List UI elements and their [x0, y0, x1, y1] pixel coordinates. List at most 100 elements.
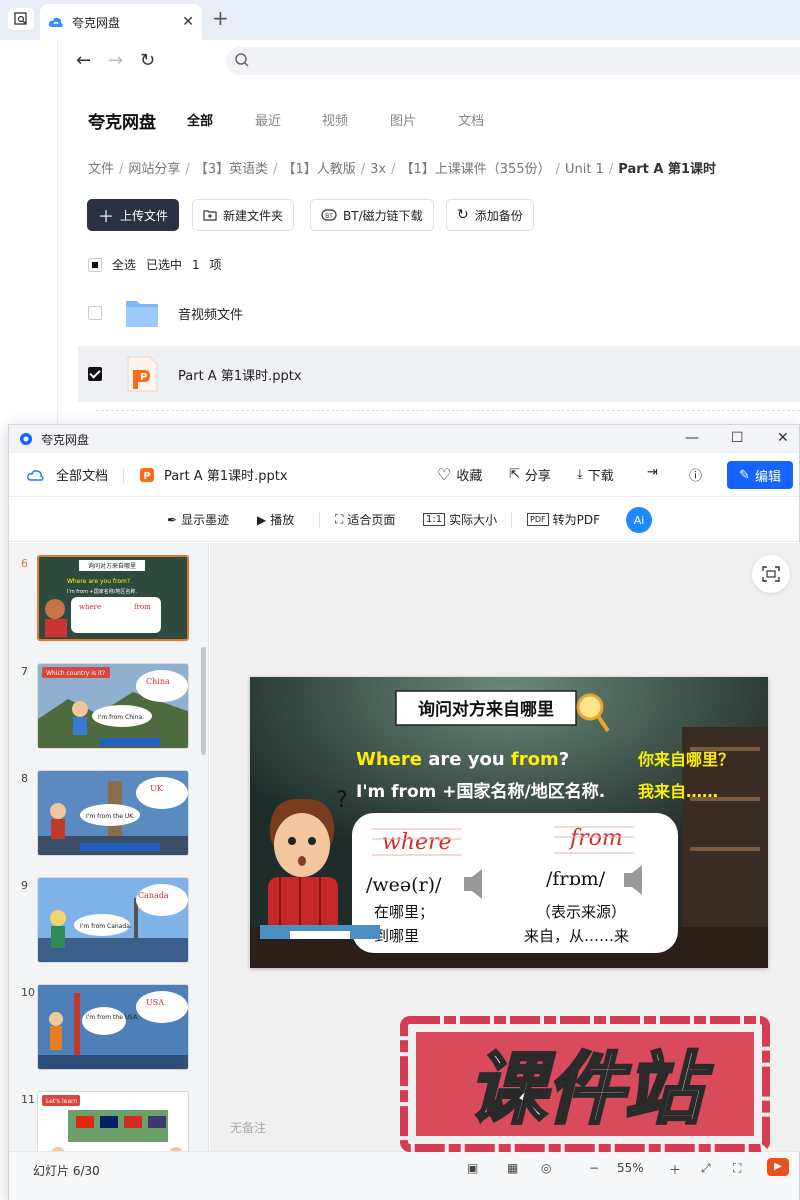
zoom-out-icon[interactable]: −: [589, 1161, 599, 1175]
file-title: P Part A 第1课时.pptx: [139, 465, 288, 484]
tab-search-icon[interactable]: [8, 8, 34, 30]
svg-text:I'm from the USA.: I'm from the USA.: [86, 1014, 139, 1021]
pencil-icon: ✎: [739, 467, 750, 483]
toolbar-divider: [123, 469, 124, 483]
fit-window-icon[interactable]: ⤢: [701, 1161, 711, 1176]
thumb-number: 10: [21, 986, 35, 999]
svg-text:在哪里；: 在哪里；: [374, 903, 434, 921]
slide-thumbnail[interactable]: 询问对方来自哪里 Where are you from? I'm from +国…: [37, 555, 189, 641]
browser-nav-bar: ← → ↻: [58, 40, 800, 84]
upload-button[interactable]: ＋ 上传文件: [87, 199, 180, 231]
play-button[interactable]: ▶ 播放: [257, 511, 294, 528]
close-icon[interactable]: ✕: [777, 430, 789, 446]
select-row: 全选 已选中 1 项: [88, 256, 222, 273]
slideshow-play-icon[interactable]: ▶: [767, 1158, 789, 1176]
crumb-files[interactable]: 文件: [88, 162, 114, 177]
svg-text:UK: UK: [150, 784, 164, 793]
zoom-in-icon[interactable]: ＋: [669, 1161, 681, 1178]
pdf-icon: PDF: [527, 513, 549, 526]
add-backup-button[interactable]: ↻ 添加备份: [446, 199, 534, 231]
tab-video[interactable]: 视频: [322, 110, 348, 129]
file-checkbox[interactable]: [88, 306, 102, 320]
svg-text:I'm from the UK.: I'm from the UK.: [86, 813, 135, 820]
share-button[interactable]: ⇱ 分享: [509, 465, 551, 484]
crumb-english[interactable]: 【3】英语类: [195, 162, 268, 177]
zoom-level[interactable]: 55%: [617, 1161, 644, 1175]
crumb-unit1[interactable]: Unit 1: [565, 162, 604, 177]
download-button[interactable]: ⤓ 下载: [577, 465, 614, 484]
favorite-button[interactable]: ♡ 收藏: [437, 465, 482, 484]
pptx-file-icon: P: [127, 356, 158, 392]
minimize-icon[interactable]: —: [685, 430, 699, 446]
svg-text:I'm from +国家名称/地区名称.: I'm from +国家名称/地区名称.: [356, 781, 605, 802]
browser-tab[interactable]: 夸克网盘 ✕: [40, 4, 202, 40]
select-all-label[interactable]: 全选: [112, 256, 136, 273]
back-arrow-icon[interactable]: ←: [76, 50, 91, 71]
slide-thumbnail[interactable]: Canada I'm from Canada.: [37, 877, 189, 963]
show-ink-button[interactable]: ✒ 显示墨迹: [167, 511, 229, 528]
slide-counter: 幻灯片 6/30: [33, 1164, 100, 1178]
slide-notes[interactable]: 无备注: [230, 1119, 266, 1136]
file-row[interactable]: P Part A 第1课时.pptx: [78, 346, 800, 402]
crumb-current: Part A 第1课时: [618, 162, 717, 177]
download-icon: ⤓: [577, 467, 583, 482]
tab-all[interactable]: 全部: [187, 110, 213, 129]
slide-thumbnail[interactable]: USA I'm from the USA.: [37, 984, 189, 1070]
file-name[interactable]: Part A 第1课时.pptx: [178, 365, 302, 384]
svg-text:课件站: 课件站: [468, 1045, 713, 1135]
crumb-pep[interactable]: 【1】人教版: [282, 162, 355, 177]
watermark-stamp: 课件站: [400, 1014, 770, 1154]
svg-text:I'm from +国家名称/地区名称.: I'm from +国家名称/地区名称.: [67, 588, 137, 595]
thumb-banner: 询问对方来自哪里: [88, 562, 136, 570]
browser-tab-bar: 夸克网盘 ✕ +: [0, 0, 800, 40]
slide-thumbnail[interactable]: Which country is it? China I'm from Chin…: [37, 663, 189, 749]
toolbar-divider: [511, 512, 512, 528]
crumb-courseware[interactable]: 【1】上课课件（355份）: [401, 162, 551, 177]
open-external-icon: ⇥: [647, 465, 658, 480]
tab-close-icon[interactable]: ✕: [182, 14, 194, 30]
crumb-site-share[interactable]: 网站分享: [128, 162, 180, 177]
to-pdf-button[interactable]: PDF 转为PDF: [527, 511, 600, 528]
svg-text:I'm from Canada.: I'm from Canada.: [80, 923, 132, 930]
new-tab-button[interactable]: +: [212, 6, 229, 30]
actual-size-button[interactable]: 1:1 实际大小: [423, 511, 497, 528]
edit-button[interactable]: ✎ 编辑: [727, 461, 793, 489]
svg-text:USA: USA: [146, 998, 164, 1007]
svg-text:我来自……: 我来自……: [638, 782, 718, 801]
ink-pen-icon: ✒: [167, 512, 178, 527]
slide-thumbnail[interactable]: Let's learn: [37, 1091, 189, 1151]
thumbnail-scrollbar[interactable]: [201, 647, 206, 755]
fullscreen-icon[interactable]: ⛶: [733, 1161, 741, 1176]
grid-view-icon[interactable]: ▦: [507, 1161, 518, 1175]
reading-view-icon[interactable]: ◎: [541, 1161, 551, 1175]
screenshot-icon[interactable]: [752, 555, 790, 593]
thumb-number: 8: [21, 772, 28, 785]
file-row[interactable]: 音视频文件: [78, 285, 800, 341]
all-docs-button[interactable]: 全部文档: [27, 465, 108, 484]
address-bar[interactable]: [226, 47, 800, 75]
tab-doc[interactable]: 文档: [458, 110, 484, 129]
svg-text:Let's learn: Let's learn: [46, 1098, 77, 1105]
normal-view-icon[interactable]: ▣: [467, 1161, 478, 1175]
svg-text:I'm from China.: I'm from China.: [98, 714, 144, 721]
bt-icon: BT: [321, 209, 337, 221]
fit-page-button[interactable]: ⛶ 适合页面: [335, 511, 395, 528]
reload-icon[interactable]: ↻: [140, 50, 155, 71]
viewer-title-bar: 夸克网盘 — ☐ ✕: [9, 425, 799, 453]
maximize-icon[interactable]: ☐: [731, 430, 744, 446]
bt-download-button[interactable]: BT BT/磁力链下载: [310, 199, 434, 231]
actual-size-icon: 1:1: [423, 513, 446, 526]
ai-assistant-icon[interactable]: Ai: [626, 507, 652, 533]
crumb-3x[interactable]: 3x: [370, 162, 386, 177]
forward-arrow-icon[interactable]: →: [108, 50, 123, 71]
open-external-button[interactable]: ⇥: [647, 465, 658, 480]
tab-image[interactable]: 图片: [390, 110, 416, 129]
selected-label: 已选中: [146, 258, 183, 272]
file-name[interactable]: 音视频文件: [178, 304, 243, 323]
select-all-checkbox[interactable]: [88, 257, 102, 272]
slide-thumbnail[interactable]: UK I'm from the UK.: [37, 770, 189, 856]
file-checkbox[interactable]: [88, 367, 102, 381]
tab-recent[interactable]: 最近: [255, 110, 281, 129]
feedback-button[interactable]: ⓘ: [689, 465, 702, 484]
new-folder-button[interactable]: 新建文件夹: [192, 199, 295, 231]
